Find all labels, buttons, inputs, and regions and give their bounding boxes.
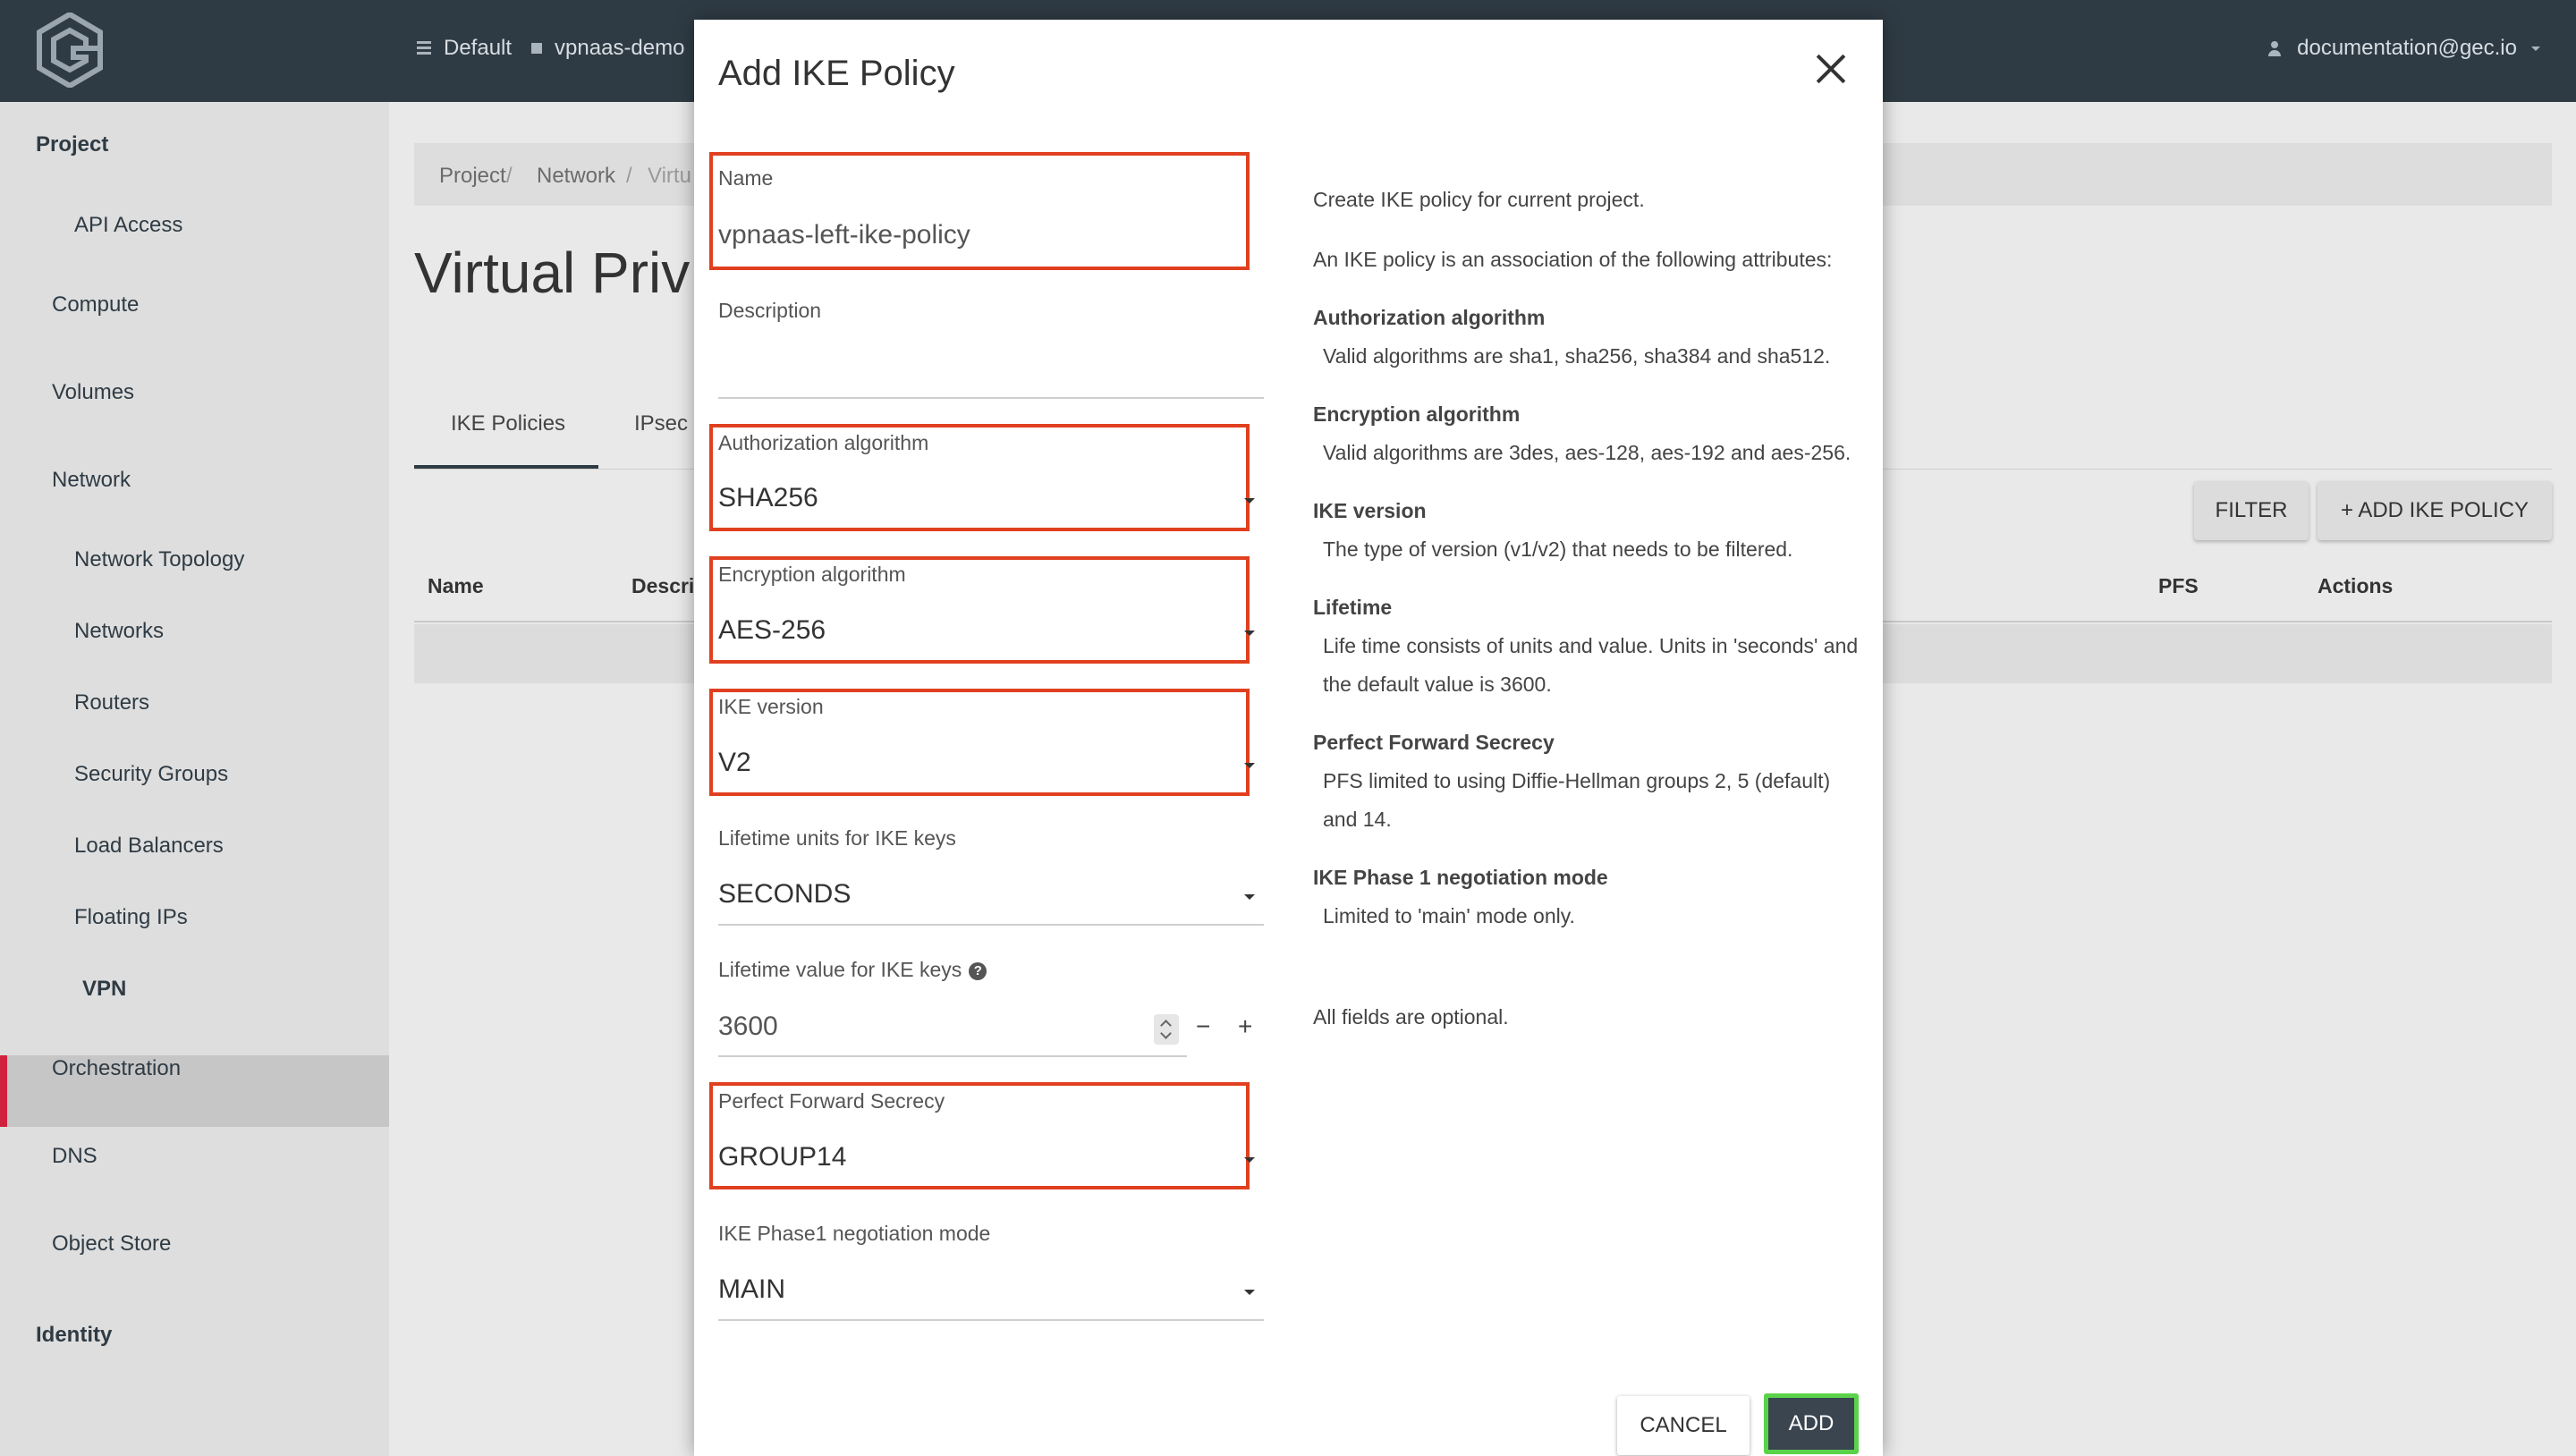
help-version-text: The type of version (v1/v2) that needs t… [1323,538,1793,561]
domain-label: Default [444,36,513,60]
sidebar-item-security-groups[interactable]: Security Groups [74,762,389,787]
sidebar-item-api-access[interactable]: API Access [74,213,389,238]
breadcrumb-current: Virtu [648,164,691,188]
help-pfs-text: PFS limited to using Diffie-Hellman grou… [1323,769,1831,831]
description-underline [718,397,1264,399]
filter-button[interactable]: FILTER [2194,481,2309,540]
add-button[interactable]: ADD [1764,1393,1859,1454]
help-phase1-text: Limited to 'main' mode only. [1323,904,1575,927]
project-icon [531,43,543,54]
breadcrumb-separator: / [506,164,513,188]
chevron-down-icon [2531,46,2540,51]
ike-version-label: IKE version [718,695,824,718]
name-field-highlight [709,152,1250,270]
number-spinner[interactable] [1154,1014,1179,1045]
lifetime-units-value[interactable]: SECONDS [718,879,851,910]
help-icon[interactable]: ? [969,961,987,980]
cancel-button[interactable]: CANCEL [1617,1396,1750,1455]
name-input[interactable]: vpnaas-left-ike-policy [718,220,970,250]
phase1-mode-label: IKE Phase1 negotiation mode [718,1222,991,1245]
user-menu[interactable]: documentation@gec.io [2267,36,2540,61]
breadcrumb-project[interactable]: Project [439,164,506,189]
column-header-name[interactable]: Name [428,574,484,598]
sidebar-item-networks[interactable]: Networks [74,619,389,644]
help-phase1-heading: IKE Phase 1 negotiation mode [1313,866,1608,889]
sidebar: Project API Access Compute Volumes Netwo… [0,102,389,1456]
close-icon[interactable] [1810,48,1852,89]
chevron-down-icon [1244,763,1255,768]
chevron-down-icon [1244,1290,1255,1295]
lifetime-value-input[interactable]: 3600 [718,1012,778,1042]
user-icon [2267,40,2283,56]
help-pfs-heading: Perfect Forward Secrecy [1313,731,1555,754]
page-title: Virtual Priv [414,241,691,305]
pfs-label: Perfect Forward Secrecy [718,1089,945,1113]
tab-ike-policies[interactable]: IKE Policies [451,411,565,436]
help-lifetime-heading: Lifetime [1313,596,1393,619]
domain-icon [417,41,431,55]
phase1-mode-value[interactable]: MAIN [718,1274,785,1305]
encryption-algorithm-value[interactable]: AES-256 [718,615,826,646]
dialog-title: Add IKE Policy [718,54,955,93]
help-auth-heading: Authorization algorithm [1313,306,1546,329]
help-auth-text: Valid algorithms are sha1, sha256, sha38… [1323,344,1831,368]
breadcrumb-separator: / [626,164,632,188]
add-ike-policy-dialog: Add IKE Policy Name vpnaas-left-ike-poli… [694,20,1883,1456]
sidebar-section-project[interactable]: Project [36,132,389,157]
tab-ipsec[interactable]: IPsec [634,411,688,436]
help-association: An IKE policy is an association of the f… [1313,248,1833,271]
sidebar-item-dns[interactable]: DNS [52,1144,389,1169]
lifetime-value-underline [718,1055,1187,1057]
description-label: Description [718,299,822,322]
sidebar-item-floating-ips[interactable]: Floating IPs [74,905,389,930]
lifetime-units-label: Lifetime units for IKE keys [718,826,956,850]
column-header-pfs[interactable]: PFS [2158,574,2199,598]
auth-algorithm-value[interactable]: SHA256 [718,483,818,513]
sidebar-item-compute[interactable]: Compute [52,292,389,317]
sidebar-item-network-topology[interactable]: Network Topology [74,547,389,572]
encryption-algorithm-label: Encryption algorithm [718,563,906,586]
auth-algorithm-label: Authorization algorithm [718,431,929,454]
help-version-heading: IKE version [1313,499,1427,522]
chevron-down-icon [1244,631,1255,636]
logo-icon[interactable] [36,13,104,88]
phase1-mode-underline [718,1319,1264,1321]
column-header-description[interactable]: Descri [631,574,694,598]
sidebar-section-identity[interactable]: Identity [36,1323,389,1348]
help-intro: Create IKE policy for current project. [1313,188,1645,211]
project-label: vpnaas-demo [555,36,685,60]
ike-version-value[interactable]: V2 [718,748,751,778]
sidebar-item-orchestration[interactable]: Orchestration [52,1056,389,1081]
name-label: Name [718,166,774,190]
sidebar-item-load-balancers[interactable]: Load Balancers [74,834,389,859]
chevron-down-icon [1244,498,1255,504]
sidebar-item-volumes[interactable]: Volumes [52,380,389,405]
sidebar-item-object-store[interactable]: Object Store [52,1232,389,1257]
lifetime-units-underline [718,924,1264,926]
decrement-button[interactable]: − [1196,1012,1210,1041]
sidebar-item-routers[interactable]: Routers [74,690,389,715]
sidebar-item-network[interactable]: Network [52,468,389,493]
lifetime-value-label: Lifetime value for IKE keys? [718,958,987,982]
add-ike-policy-button[interactable]: + ADD IKE POLICY [2318,481,2552,540]
help-panel: Create IKE policy for current project. A… [1313,181,1859,1037]
project-selector[interactable]: Default vpnaas-demo [417,36,684,61]
help-lifetime-text: Life time consists of units and value. U… [1323,634,1859,696]
pfs-value[interactable]: GROUP14 [718,1142,846,1172]
user-email: documentation@gec.io [2297,36,2517,60]
sidebar-item-vpn[interactable]: VPN [82,977,397,1002]
lifetime-value-label-text: Lifetime value for IKE keys [718,958,962,981]
help-enc-heading: Encryption algorithm [1313,402,1521,426]
column-header-actions: Actions [2318,574,2394,597]
help-enc-text: Valid algorithms are 3des, aes-128, aes-… [1323,441,1852,464]
chevron-down-icon [1244,1157,1255,1163]
chevron-down-icon [1244,894,1255,900]
increment-button[interactable]: + [1238,1012,1252,1041]
breadcrumb-network[interactable]: Network [537,164,615,189]
help-optional-note: All fields are optional. [1313,1005,1509,1029]
